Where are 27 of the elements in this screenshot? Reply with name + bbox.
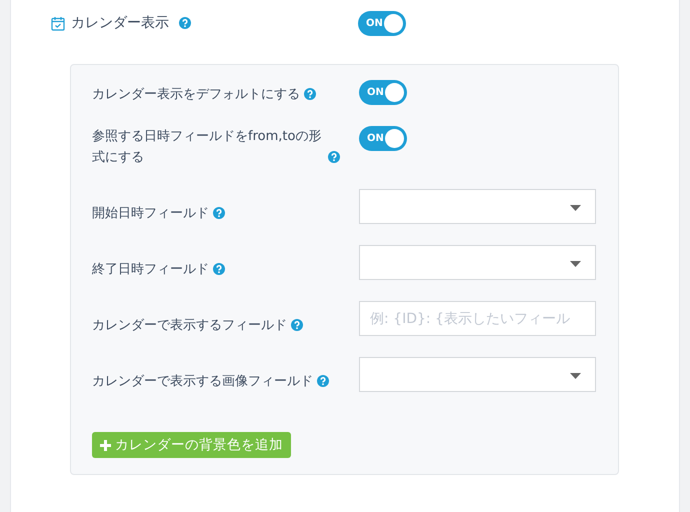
help-icon[interactable] xyxy=(304,88,316,100)
help-icon[interactable] xyxy=(317,375,329,387)
caret-icon xyxy=(570,205,581,211)
setting-label: カレンダーで表示するフィールド xyxy=(92,317,287,335)
toggle-switch[interactable]: ON xyxy=(358,10,406,36)
toggle-switch[interactable]: ON xyxy=(359,126,407,151)
help-icon[interactable] xyxy=(291,319,303,331)
setting-label: カレンダーで表示する画像フィールド xyxy=(92,373,313,391)
select-field[interactable] xyxy=(359,245,596,280)
setting-label: カレンダー表示をデフォルトにする xyxy=(92,86,300,104)
calendar-icon xyxy=(51,16,65,30)
help-icon[interactable] xyxy=(179,17,191,29)
plus-icon xyxy=(100,440,111,451)
help-icon[interactable] xyxy=(213,207,225,219)
setting-label: 終了日時フィールド xyxy=(92,261,209,279)
select-field[interactable] xyxy=(359,189,596,224)
caret-icon xyxy=(570,373,581,379)
setting-label: カレンダー表示 xyxy=(71,14,169,32)
help-icon[interactable] xyxy=(213,263,225,275)
select-field[interactable] xyxy=(359,357,596,392)
setting-label: 開始日時フィールド xyxy=(92,205,209,223)
caret-icon xyxy=(570,261,581,267)
input-field[interactable]: 例: {ID}: {表示したいフィール xyxy=(359,301,596,336)
help-icon[interactable] xyxy=(328,151,340,163)
setting-label: 参照する日時フィールドをfrom,toの形式にする xyxy=(92,128,322,167)
toggle-switch[interactable]: ON xyxy=(359,80,407,105)
add-button[interactable]: カレンダーの背景色を追加 xyxy=(92,432,291,458)
